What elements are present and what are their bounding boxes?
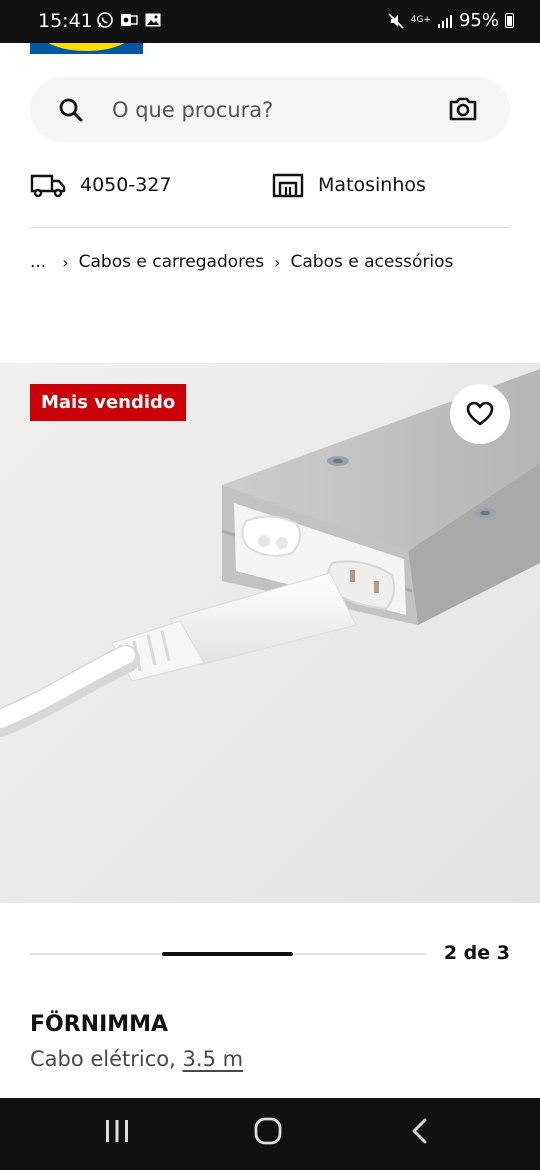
postal-code: 4050-327 (80, 174, 172, 196)
chevron-right-icon: › (62, 252, 69, 272)
product-description: Cabo elétrico, 3.5 m (30, 1047, 243, 1071)
heart-icon (466, 401, 494, 426)
product-photo (0, 363, 540, 903)
breadcrumb: ... › Cabos e carregadores › Cabos e ace… (30, 252, 453, 272)
best-seller-badge: Mais vendido (30, 384, 187, 421)
gallery-icon (145, 13, 161, 27)
truck-icon (30, 174, 66, 198)
breadcrumb-item-cabos-carregadores[interactable]: Cabos e carregadores (79, 252, 264, 272)
divider (30, 227, 510, 228)
recent-apps-icon[interactable] (104, 1116, 130, 1146)
carousel-progress-thumb (161, 952, 294, 956)
product-name[interactable]: FÖRNIMMA (30, 1012, 168, 1037)
breadcrumb-item-cabos-acessorios[interactable]: Cabos e acessórios (291, 252, 454, 272)
favourite-button[interactable] (450, 384, 510, 444)
signal-icon (437, 14, 452, 28)
battery-percent: 95% (458, 10, 499, 31)
ikea-logo[interactable] (30, 43, 143, 54)
status-bar: 15:41 4G+ 95% (0, 0, 540, 43)
home-icon[interactable] (253, 1116, 283, 1146)
product-type: Cabo elétrico, (30, 1047, 176, 1071)
network-type: 4G+ (410, 15, 431, 25)
outlook-icon (121, 14, 138, 26)
chevron-right-icon: › (274, 252, 281, 272)
search-input[interactable] (110, 87, 434, 133)
product-image[interactable] (0, 363, 540, 903)
search-bar[interactable] (30, 77, 510, 142)
battery-icon (505, 13, 514, 28)
breadcrumb-ellipsis[interactable]: ... (30, 252, 46, 272)
notification-icons (96, 11, 162, 29)
product-length-link[interactable]: 3.5 m (183, 1047, 244, 1071)
carousel-progress[interactable] (30, 952, 425, 956)
mute-icon (388, 12, 404, 29)
store-name: Matosinhos (318, 174, 426, 196)
camera-icon[interactable] (448, 95, 478, 123)
carousel-pager: 2 de 3 (443, 942, 510, 964)
delivery-postal-code[interactable]: 4050-327 (30, 170, 171, 200)
store-selector[interactable]: Matosinhos (272, 170, 426, 200)
search-icon[interactable] (58, 97, 84, 123)
store-icon (272, 173, 304, 198)
whatsapp-icon (97, 12, 113, 28)
back-icon[interactable] (408, 1116, 430, 1146)
system-navigation-bar (0, 1098, 540, 1170)
status-time: 15:41 (38, 10, 93, 32)
system-status: 4G+ 95% (387, 10, 514, 31)
